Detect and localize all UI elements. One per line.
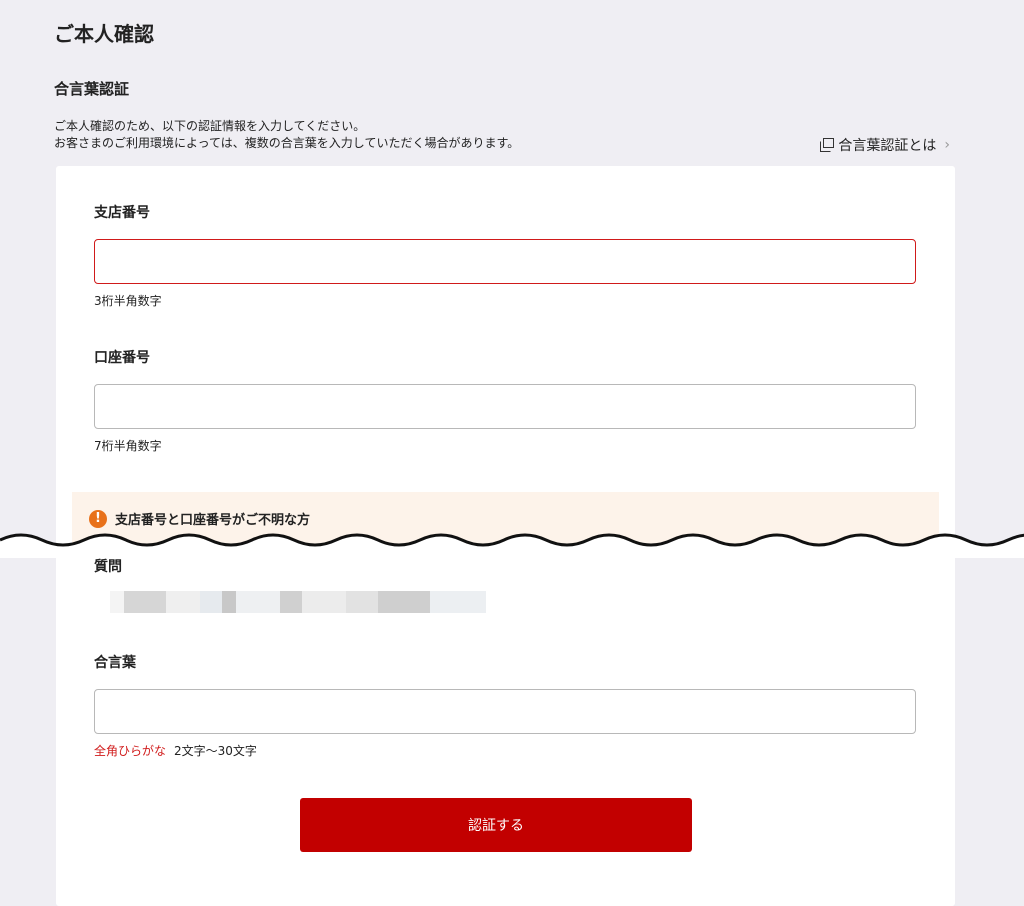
chevron-right-icon: › [944, 137, 950, 153]
passphrase-hint-length: 2文字～30文字 [174, 744, 257, 758]
passphrase-hint-type: 全角ひらがな [94, 744, 167, 758]
passphrase-hint: 全角ひらがな 2文字～30文字 [94, 742, 257, 759]
page-break-wave [0, 533, 1024, 558]
warning-icon: ! [89, 509, 107, 528]
external-window-icon [820, 138, 835, 152]
passphrase-help-link[interactable]: 合言葉認証とは › [820, 135, 950, 155]
account-number-input[interactable] [94, 384, 916, 429]
branch-hint: 3桁半角数字 [94, 294, 162, 308]
question-text-blurred [110, 591, 486, 613]
notice-text: 支店番号と口座番号がご不明な方 [115, 513, 311, 528]
passphrase-label: 合言葉 [94, 655, 136, 671]
branch-label: 支店番号 [94, 205, 150, 221]
branch-number-input[interactable] [94, 239, 916, 284]
description-line-1: ご本人確認のため、以下の認証情報を入力してください。 [54, 119, 366, 133]
account-hint: 7桁半角数字 [94, 439, 162, 453]
description-line-2: お客さまのご利用環境によっては、複数の合言葉を入力していただく場合があります。 [54, 136, 520, 150]
description: ご本人確認のため、以下の認証情報を入力してください。 お客さまのご利用環境によっ… [54, 118, 519, 152]
section-title: 合言葉認証 [54, 80, 130, 98]
authenticate-button[interactable]: 認証する [300, 798, 692, 852]
page-title: ご本人確認 [54, 22, 154, 46]
account-label: 口座番号 [94, 350, 150, 366]
help-link-label: 合言葉認証とは [838, 138, 937, 154]
passphrase-input[interactable] [94, 689, 916, 734]
question-label: 質問 [94, 559, 122, 575]
